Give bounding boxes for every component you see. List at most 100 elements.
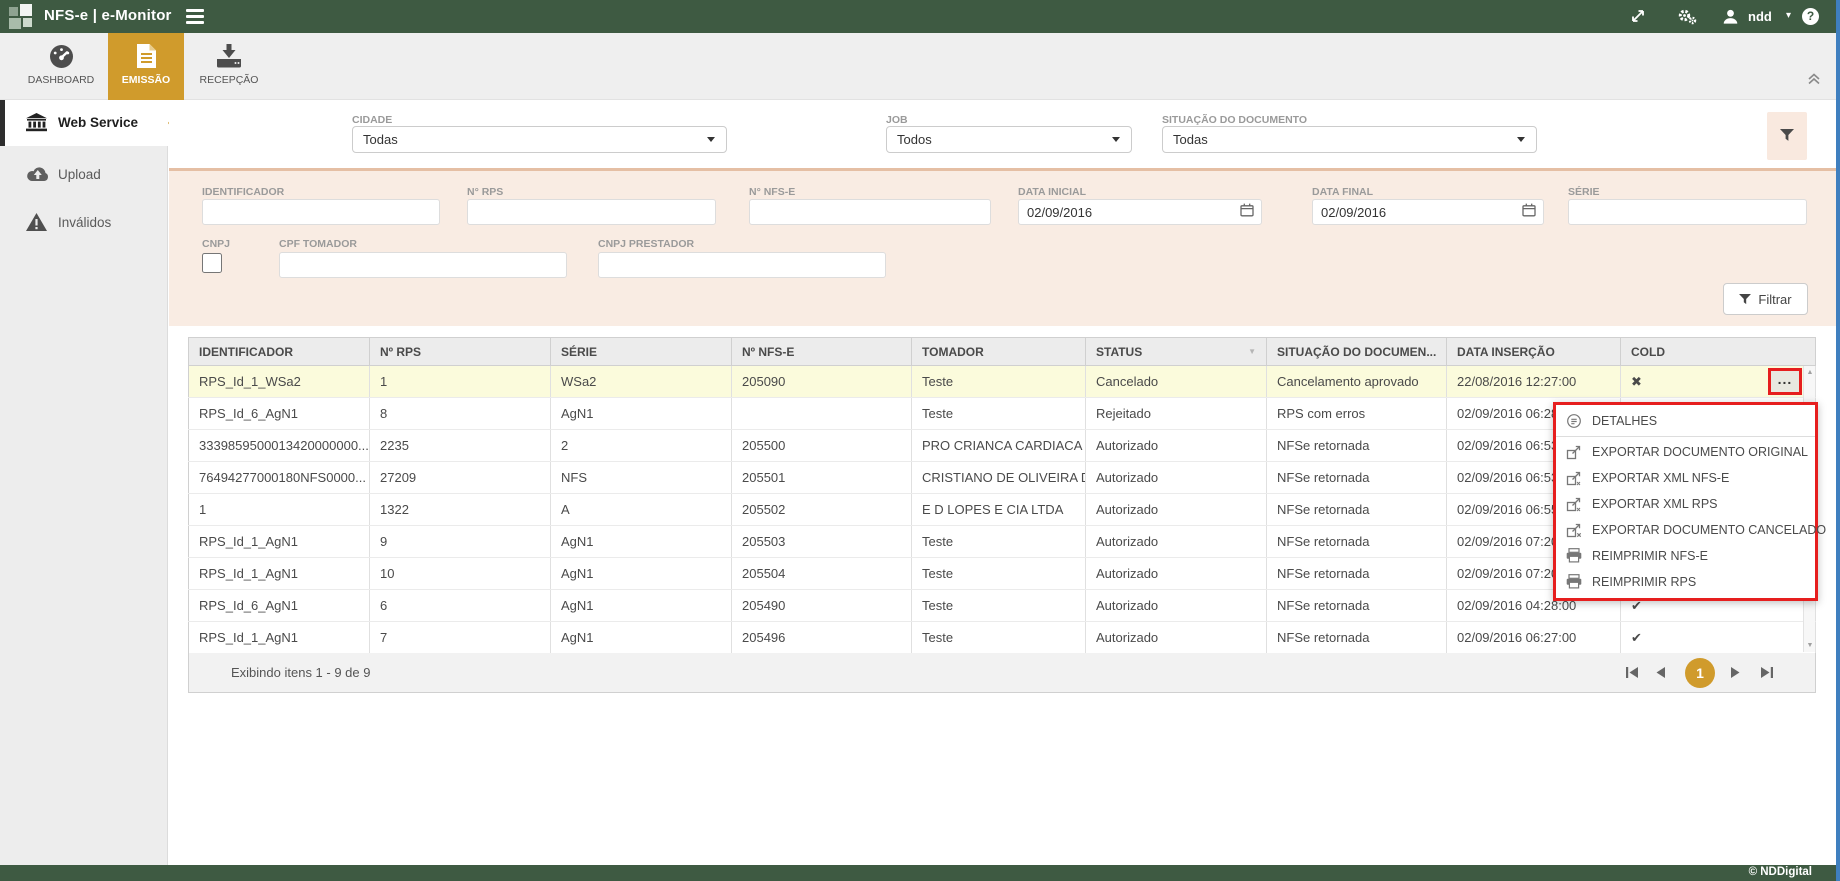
chevron-down-icon [1517,137,1525,142]
cidade-select[interactable]: Todas [352,126,727,153]
col-tomador[interactable]: TOMADOR [912,338,1086,366]
bottom-footer: © NDDigital [0,865,1840,881]
identificador-label: IDENTIFICADOR [202,186,284,198]
situacao-label: SITUAÇÃO DO DOCUMENTO [1162,114,1307,126]
cnpj-prestador-input[interactable] [598,252,886,278]
menu-item-exportar-documento-original[interactable]: EXPORTAR DOCUMENTO ORIGINAL [1556,439,1815,465]
warning-icon [26,213,48,233]
job-select[interactable]: Todos [886,126,1132,153]
cnpj-checkbox[interactable] [202,252,222,274]
job-label: JOB [886,114,908,126]
table-header-row: IDENTIFICADOR Nº RPS SÉRIE Nº NFS-E TOMA… [189,338,1816,366]
filter-toggle-button[interactable] [1767,112,1807,160]
menu-item-exportar-xml-rps[interactable]: EXPORTAR XML RPS [1556,491,1815,517]
funnel-icon [1739,294,1751,305]
table-row[interactable]: RPS_Id_1_AgN17AgN1 205496TesteAutorizado… [189,622,1816,654]
sidebar-item-label: Upload [58,167,101,182]
tab-dashboard-label: DASHBOARD [20,74,102,86]
n-rps-input[interactable] [467,199,716,225]
table-row[interactable]: RPS_Id_1_WSa21WSa2 205090TesteCancelado … [189,366,1816,398]
scroll-down-icon[interactable]: ▼ [1804,642,1816,649]
download-icon [188,43,270,71]
cnpj-label: CNPJ [202,238,230,250]
previous-page-button[interactable] [1655,666,1671,680]
tab-recepcao-label: RECEPÇÃO [188,74,270,86]
row-actions-button[interactable]: ... [1768,368,1802,395]
sidebar-item-upload[interactable]: Upload [0,152,168,198]
tab-emissao-label: EMISSÃO [108,74,184,86]
col-data-insercao[interactable]: DATA INSERÇÃO [1447,338,1621,366]
filtrar-button[interactable]: Filtrar [1723,283,1808,315]
menu-item-exportar-xml-nfse[interactable]: EXPORTAR XML NFS-E [1556,465,1815,491]
chevron-down-icon[interactable]: ▾ [1786,10,1791,21]
data-inicial-input[interactable] [1018,199,1262,225]
tab-emissao[interactable]: EMISSÃO [108,33,184,100]
col-identificador[interactable]: IDENTIFICADOR [189,338,370,366]
help-icon[interactable]: ? [1802,8,1819,25]
n-rps-label: N° RPS [467,186,503,198]
export-icon [1566,444,1582,460]
col-situacao[interactable]: SITUAÇÃO DO DOCUMEN... [1267,338,1447,366]
username-menu[interactable]: ndd [1748,9,1772,24]
gauge-icon [20,43,102,71]
printer-icon [1566,548,1582,564]
data-inicial-label: DATA INICIAL [1018,186,1086,198]
export-icon [1566,496,1582,512]
app-title: NFS-e | e-Monitor [44,7,172,24]
next-page-button[interactable] [1729,666,1745,680]
collapse-panel-icon[interactable] [1806,71,1822,87]
sidebar: Web Service Upload Inválidos [0,100,168,865]
items-summary: Exibindo itens 1 - 9 de 9 [231,665,370,680]
job-value: Todos [897,132,932,147]
bank-icon [26,113,48,133]
settings-gears-icon[interactable] [1676,8,1698,26]
user-icon[interactable] [1722,8,1740,26]
menu-item-detalhes[interactable]: DETALHES [1556,408,1815,434]
details-icon [1566,413,1582,429]
export-cancel-icon [1566,522,1582,538]
cpf-tomador-label: CPF TOMADOR [279,238,357,250]
printer-icon [1566,574,1582,590]
serie-input[interactable] [1568,199,1807,225]
cpf-tomador-input[interactable] [279,252,567,278]
fullscreen-icon[interactable] [1630,8,1648,26]
col-rps[interactable]: Nº RPS [370,338,551,366]
calendar-icon[interactable] [1522,203,1536,217]
menu-item-reimprimir-nfse[interactable]: REIMPRIMIR NFS-E [1556,543,1815,569]
col-status[interactable]: STATUS▼ [1086,338,1267,366]
app-window: NFS-e | e-Monitor ndd ▾ ? [0,0,1840,881]
ellipsis-icon: ... [1778,371,1793,387]
row-context-menu: DETALHES EXPORTAR DOCUMENTO ORIGINAL EXP… [1553,402,1818,601]
table-footer: Exibindo itens 1 - 9 de 9 1 [188,653,1816,693]
hamburger-menu-icon[interactable] [186,9,206,24]
cidade-label: CIDADE [352,114,392,126]
filtrar-label: Filtrar [1758,292,1791,307]
menu-item-exportar-documento-cancelado[interactable]: EXPORTAR DOCUMENTO CANCELADO [1556,517,1815,543]
serie-label: SÉRIE [1568,186,1600,198]
sidebar-item-label: Web Service [58,115,138,130]
last-page-button[interactable] [1759,666,1775,680]
current-page-button[interactable]: 1 [1685,658,1715,688]
cold-status-icon: ✔ [1621,622,1816,654]
sidebar-item-web-service[interactable]: Web Service [0,100,168,146]
calendar-icon[interactable] [1240,203,1254,217]
data-final-input[interactable] [1312,199,1544,225]
identificador-input[interactable] [202,199,440,225]
col-nfse[interactable]: Nº NFS-E [732,338,912,366]
data-final-label: DATA FINAL [1312,186,1373,198]
pagination: 1 [1625,658,1775,688]
situacao-select[interactable]: Todas [1162,126,1537,153]
n-nfse-label: N° NFS-E [749,186,795,198]
first-page-button[interactable] [1625,666,1641,680]
sort-caret-icon[interactable]: ▼ [1248,347,1256,356]
tab-recepcao[interactable]: RECEPÇÃO [188,33,270,100]
n-nfse-input[interactable] [749,199,991,225]
tab-dashboard[interactable]: DASHBOARD [20,33,102,100]
module-tabbar: DASHBOARD EMISSÃO RECEPÇÃO [0,33,1840,100]
col-cold[interactable]: COLD [1621,338,1816,366]
menu-item-reimprimir-rps[interactable]: REIMPRIMIR RPS [1556,569,1815,595]
scroll-up-icon[interactable]: ▲ [1804,369,1816,376]
col-serie[interactable]: SÉRIE [551,338,732,366]
ndd-logo-icon [9,4,35,29]
sidebar-item-invalidos[interactable]: Inválidos [0,200,168,246]
